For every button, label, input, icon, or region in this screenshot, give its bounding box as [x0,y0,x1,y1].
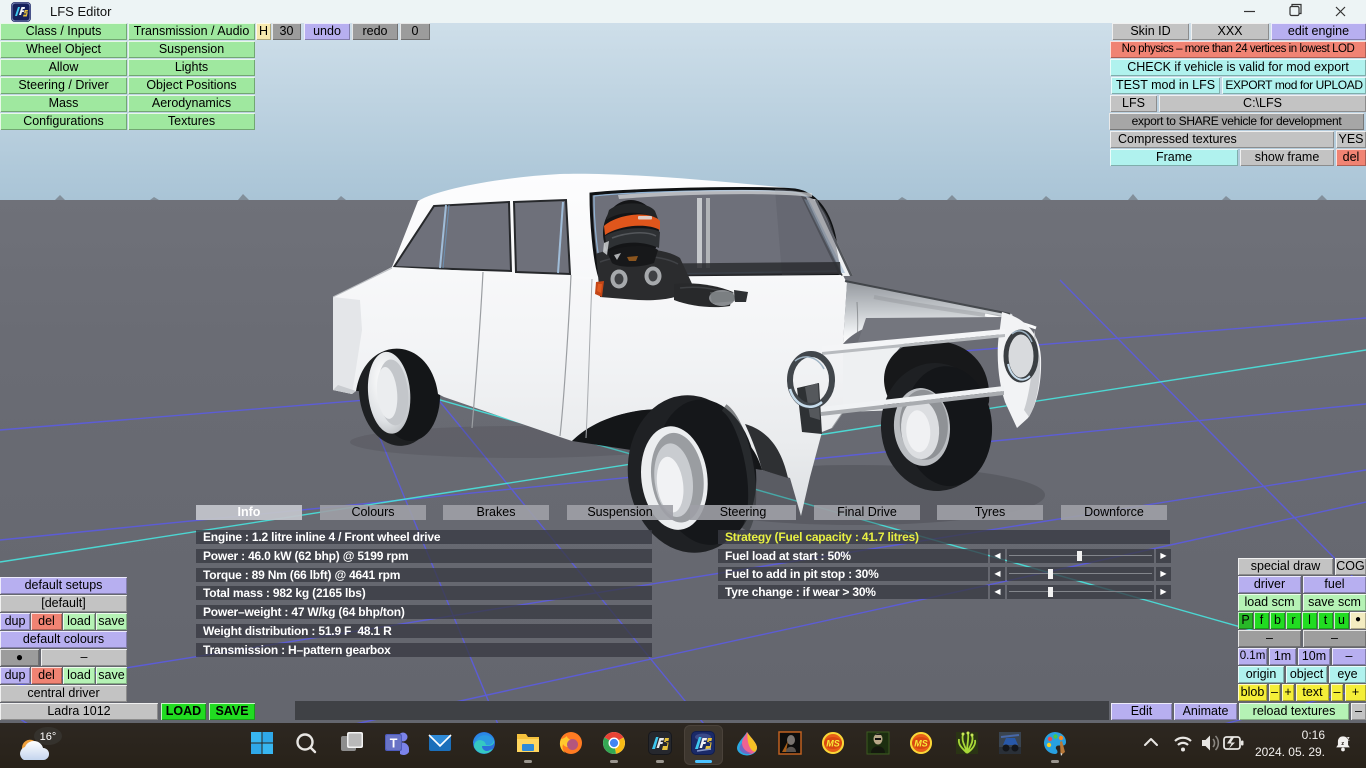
svg-text:0:16: 0:16 [1302,728,1326,742]
svg-text:16°: 16° [40,731,57,743]
svg-text:T: T [390,737,398,751]
svg-text:MS: MS [914,739,928,749]
svg-text:2024. 05. 29.: 2024. 05. 29. [1255,745,1325,759]
svg-text:MS: MS [826,739,840,749]
svg-text:z: z [1341,741,1344,747]
svg-text:z: z [1346,736,1350,743]
